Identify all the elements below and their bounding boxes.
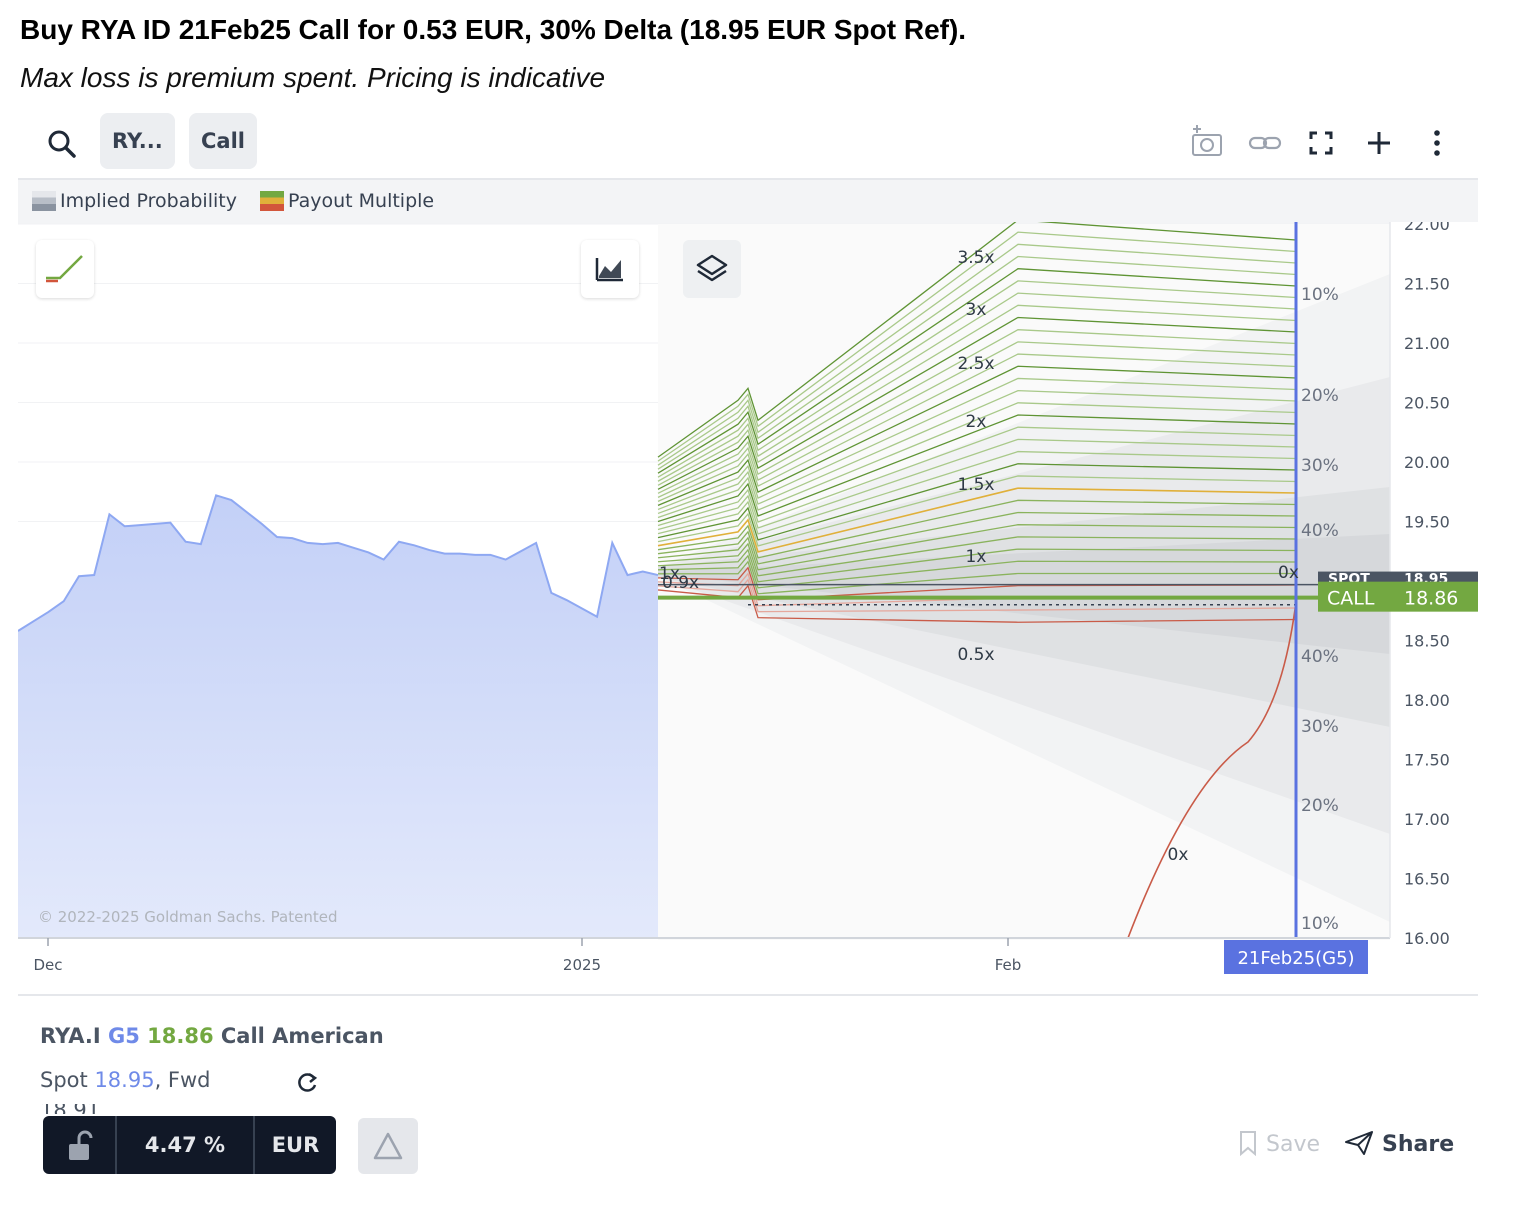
- call-tag-label: CALL: [1327, 588, 1375, 610]
- price-tick-label: 22.00: [1404, 222, 1450, 234]
- spot-label: Spot: [40, 1068, 88, 1092]
- ticker-pill[interactable]: RY...: [100, 113, 175, 169]
- payout-label: 2.5x: [957, 354, 994, 374]
- payout-label: 3.5x: [957, 248, 994, 268]
- chart-toolbar: RY... Call: [18, 110, 1478, 176]
- share-button[interactable]: Share: [1344, 1130, 1454, 1157]
- triangle-icon: [373, 1132, 403, 1160]
- more-vertical-icon[interactable]: [1416, 122, 1458, 164]
- probability-label: 40%: [1301, 647, 1339, 667]
- legend-implied-probability-label: Implied Probability: [60, 190, 237, 212]
- price-tick-label: 19.50: [1404, 513, 1450, 532]
- spot-value: 18.95: [94, 1068, 155, 1092]
- time-tick-label: 2025: [563, 956, 601, 974]
- chart-bottom-divider: [18, 994, 1478, 996]
- payout-label: 0x: [1168, 845, 1189, 865]
- legend-payout-multiple-label: Payout Multiple: [288, 190, 435, 212]
- bookmark-icon: [1240, 1131, 1256, 1157]
- price-tick-label: 20.00: [1404, 453, 1450, 472]
- pricing-controls: 4.47 % EUR: [43, 1116, 336, 1174]
- price-tick-label: 21.00: [1404, 334, 1450, 353]
- probability-label: 20%: [1301, 796, 1339, 816]
- probability-label: 30%: [1301, 717, 1339, 737]
- payout-multiple-swatch: [260, 191, 284, 211]
- camera-icon[interactable]: [1186, 122, 1228, 164]
- option-type-pill[interactable]: Call: [189, 113, 257, 169]
- layers-button[interactable]: [683, 240, 741, 298]
- chart-legend: Implied Probability Payout Multiple: [18, 178, 1478, 224]
- send-icon: [1345, 1131, 1373, 1155]
- time-tick-label: Dec: [33, 956, 62, 974]
- probability-label: 40%: [1301, 521, 1339, 541]
- legend-payout-multiple[interactable]: Payout Multiple: [260, 190, 434, 212]
- price-tick-label: 16.00: [1404, 929, 1450, 948]
- probability-label: 20%: [1301, 386, 1339, 406]
- page-subtitle: Max loss is premium spent. Pricing is in…: [20, 62, 606, 93]
- probability-label: 10%: [1301, 285, 1339, 305]
- payout-label: 0.5x: [957, 645, 994, 665]
- price-tick-label: 21.50: [1404, 275, 1450, 294]
- save-button[interactable]: Save: [1238, 1130, 1320, 1157]
- contract-strike: 18.86: [147, 1024, 214, 1048]
- delta-button[interactable]: [358, 1118, 418, 1174]
- area-chart-button[interactable]: [581, 240, 639, 298]
- strategy-line-icon: [46, 255, 83, 283]
- legend-implied-probability[interactable]: Implied Probability: [32, 190, 237, 212]
- area-chart-icon: [595, 258, 623, 282]
- time-tick-label: Feb: [995, 956, 1022, 974]
- spot-forward-line: Spot 18.95, Fwd: [40, 1068, 211, 1092]
- refresh-icon[interactable]: [294, 1070, 320, 1096]
- price-tick-label: 18.50: [1404, 632, 1450, 651]
- contract-description: RYA.I G5 18.86 Call American: [40, 1024, 384, 1048]
- probability-label: 10%: [1301, 914, 1339, 934]
- forward-label: , Fwd: [154, 1068, 211, 1092]
- payout-chart[interactable]: 22.00 21.50 21.00 20.50 20.00 19.50 18.50 18.00…: [18, 222, 1478, 994]
- price-tick-label: 17.50: [1404, 751, 1450, 770]
- payout-label: 1x: [966, 547, 987, 567]
- payout-label: 2x: [966, 412, 987, 432]
- share-label: Share: [1382, 1132, 1455, 1157]
- contract-style: Call American: [220, 1024, 384, 1048]
- payout-chart-svg: 22.00 21.50 21.00 20.50 20.00 19.50 18.50 18.00…: [18, 222, 1478, 974]
- expiry-badge-label: 21Feb25(G5): [1237, 948, 1354, 969]
- payout-label: 0.9x: [662, 573, 699, 593]
- link-icon[interactable]: [1244, 122, 1286, 164]
- contract-expiry-code: G5: [107, 1024, 140, 1048]
- vol-value[interactable]: 4.47 %: [117, 1116, 253, 1174]
- contract-symbol: RYA.I: [40, 1024, 101, 1048]
- fullscreen-icon[interactable]: [1300, 122, 1342, 164]
- implied-probability-swatch: [32, 191, 56, 211]
- price-tick-label: 20.50: [1404, 394, 1450, 413]
- currency-selector[interactable]: EUR: [255, 1116, 336, 1174]
- price-tick-label: 18.00: [1404, 691, 1450, 710]
- payout-label: 1.5x: [957, 475, 994, 495]
- lock-button[interactable]: [43, 1116, 115, 1174]
- plus-icon[interactable]: [1358, 122, 1400, 164]
- chart-watermark: © 2022-2025 Goldman Sachs. Patented: [38, 908, 338, 926]
- forward-value: 18.91: [40, 1104, 120, 1114]
- payout-label: 0x: [1278, 563, 1299, 583]
- layers-icon: [696, 254, 728, 282]
- price-tick-label: 17.00: [1404, 810, 1450, 829]
- payout-label: 3x: [966, 300, 987, 320]
- search-icon[interactable]: [42, 124, 82, 164]
- call-tag-value: 18.86: [1404, 588, 1458, 610]
- save-label: Save: [1266, 1132, 1321, 1157]
- strategy-toggle-button[interactable]: [36, 240, 94, 298]
- unlock-icon: [69, 1130, 93, 1160]
- page-title: Buy RYA ID 21Feb25 Call for 0.53 EUR, 30…: [20, 14, 967, 45]
- history-area: [18, 495, 658, 938]
- probability-label: 30%: [1301, 456, 1339, 476]
- price-tick-label: 16.50: [1404, 870, 1450, 889]
